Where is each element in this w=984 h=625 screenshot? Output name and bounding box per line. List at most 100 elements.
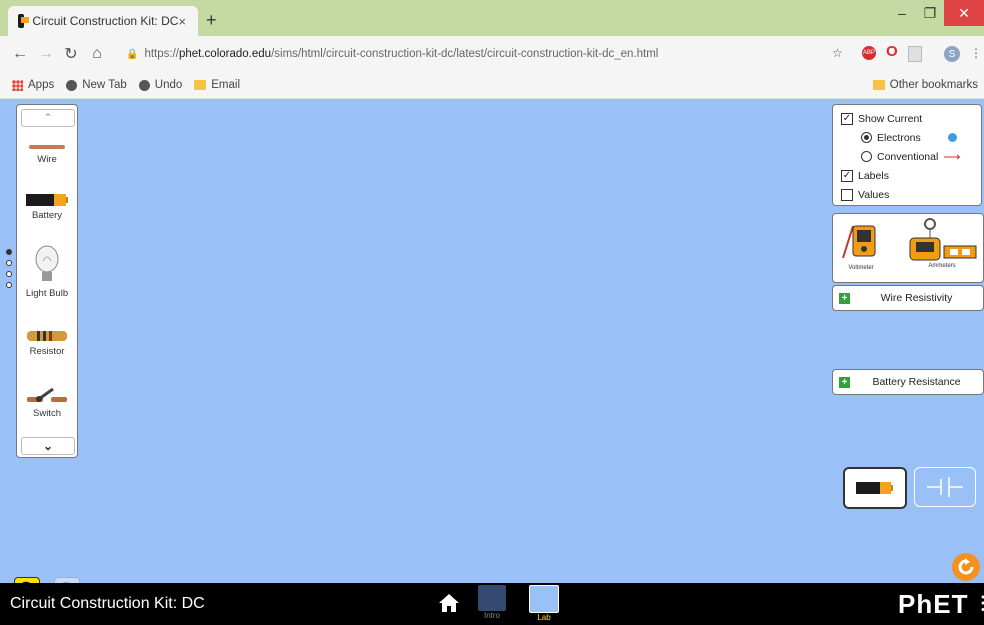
other-bookmarks[interactable]: Other bookmarks — [872, 79, 978, 91]
sim-title: Circuit Construction Kit: DC — [10, 595, 205, 612]
home-button[interactable] — [438, 593, 460, 618]
globe-icon — [138, 79, 150, 91]
url-field[interactable]: 🔒 https:// phet.colorado.edu /sims/html/… — [126, 48, 766, 60]
bookmark-label: New Tab — [82, 79, 127, 91]
voltmeter-label: Voltmeter — [848, 265, 874, 271]
bookmarks-bar: Apps New Tab Undo Email Other bookmarks — [0, 72, 984, 99]
labels-label: Labels — [858, 169, 889, 182]
radio-selected-icon — [861, 132, 872, 143]
labels-checkbox[interactable]: ✓ Labels — [841, 166, 981, 185]
light-bulb-icon — [35, 245, 59, 281]
profile-avatar[interactable]: S — [944, 46, 960, 62]
window-controls: – ❐ ✕ — [888, 0, 984, 28]
ammeters-label: Ammeters — [928, 263, 956, 269]
url-path: /sims/html/circuit-construction-kit-dc/l… — [271, 48, 659, 60]
intro-thumbnail-icon — [478, 585, 506, 611]
page-dot[interactable] — [6, 282, 12, 288]
conventional-label: Conventional — [877, 150, 939, 163]
toolbox-page-indicator — [6, 249, 12, 293]
home-icon[interactable]: ⌂ — [90, 45, 104, 63]
phet-favicon-icon — [18, 14, 30, 28]
reset-all-button[interactable] — [952, 553, 980, 581]
window-close-icon[interactable]: ✕ — [944, 0, 984, 26]
bookmark-label: Apps — [28, 79, 55, 91]
ammeter-icon — [909, 218, 977, 261]
sensor-toolbox: Voltmeter Ammeters — [832, 213, 984, 283]
back-icon[interactable]: ← — [12, 45, 28, 63]
tab-close-icon[interactable]: × — [178, 14, 186, 29]
voltmeter-icon — [842, 225, 876, 259]
browser-tab[interactable]: Circuit Construction Kit: DC × — [8, 6, 198, 36]
page-dot[interactable] — [6, 249, 12, 255]
values-checkbox[interactable]: Values — [841, 185, 981, 204]
restore-icon[interactable]: ❐ — [916, 0, 944, 26]
navigation-bar: Circuit Construction Kit: DC Intro Lab P… — [0, 583, 984, 625]
opera-icon[interactable]: O — [886, 43, 898, 60]
wire-icon — [29, 145, 65, 149]
toolbox-item-label: Switch — [33, 408, 61, 419]
checkbox-checked-icon: ✓ — [841, 112, 853, 125]
bookmark-new-tab[interactable]: New Tab — [66, 79, 127, 91]
notes-icon[interactable] — [908, 46, 922, 62]
toolbox-item-label: Resistor — [29, 346, 65, 357]
scroll-up-button[interactable]: ⌃ — [21, 109, 75, 127]
phet-brand: PhET — [898, 589, 969, 619]
play-area[interactable]: ⌃ Wire Battery Light Bulb Resistor Switc… — [0, 99, 984, 603]
folder-icon — [194, 80, 207, 90]
adblock-icon[interactable]: ABP — [862, 46, 876, 60]
display-options-panel: ✓ Show Current Electrons Conventional ⟶ … — [832, 104, 982, 206]
component-toolbox: ⌃ Wire Battery Light Bulb Resistor Switc… — [16, 104, 78, 458]
home-icon — [439, 594, 459, 612]
voltmeter-tool[interactable]: Voltmeter — [841, 220, 881, 271]
checkbox-checked-icon: ✓ — [841, 169, 853, 182]
new-tab-button[interactable]: + — [206, 10, 217, 31]
page-dot[interactable] — [6, 260, 12, 266]
screen-label: Intro — [483, 611, 500, 620]
ammeter-tools[interactable]: Ammeters — [903, 216, 981, 269]
tab-title: Circuit Construction Kit: DC — [32, 14, 179, 28]
schematic-view-button[interactable] — [914, 467, 976, 507]
reset-icon — [958, 558, 974, 575]
battery-resistance-accordion[interactable]: + Battery Resistance — [832, 369, 984, 395]
bookmark-apps[interactable]: Apps — [12, 79, 54, 91]
phet-logo[interactable]: PhET — [898, 589, 968, 620]
toolbox-item-label: Wire — [37, 154, 57, 165]
phet-menu-icon[interactable]: ⋮ — [974, 593, 984, 614]
folder-icon — [872, 80, 885, 90]
url-prefix: https:// — [144, 48, 179, 60]
radio-unselected-icon — [861, 151, 872, 162]
values-label: Values — [858, 188, 890, 201]
reload-icon[interactable]: ↻ — [64, 44, 78, 64]
battery-resistance-label: Battery Resistance — [872, 376, 961, 388]
toolbox-item-label: Battery — [31, 210, 63, 221]
toolbox-item-battery[interactable]: Battery — [17, 193, 77, 221]
show-current-checkbox[interactable]: ✓ Show Current — [841, 109, 981, 128]
minimize-icon[interactable]: – — [888, 0, 916, 26]
conventional-radio[interactable]: Conventional ⟶ — [841, 147, 981, 166]
bookmark-email[interactable]: Email — [194, 79, 240, 91]
forward-icon[interactable]: → — [38, 45, 54, 63]
scroll-down-button[interactable]: ⌄ — [21, 437, 75, 455]
electrons-radio[interactable]: Electrons — [841, 128, 981, 147]
url-host: phet.colorado.edu — [178, 48, 272, 60]
resistor-icon — [27, 331, 67, 341]
wire-resistivity-accordion[interactable]: + Wire Resistivity — [832, 285, 984, 311]
toolbox-item-resistor[interactable]: Resistor — [17, 329, 77, 357]
toolbox-item-light-bulb[interactable]: Light Bulb — [17, 245, 77, 299]
other-bookmarks-label: Other bookmarks — [889, 79, 978, 91]
toolbox-item-switch[interactable]: Switch — [17, 387, 77, 419]
wire-resistivity-label: Wire Resistivity — [880, 292, 953, 304]
browser-menu-icon[interactable]: ⋮ — [970, 46, 982, 60]
lock-icon: 🔒 — [126, 48, 139, 60]
page-dot[interactable] — [6, 271, 12, 277]
apps-grid-icon — [12, 79, 23, 91]
bookmark-undo[interactable]: Undo — [138, 79, 182, 91]
capacitor-schematic-icon — [927, 477, 963, 497]
show-current-label: Show Current — [858, 112, 923, 125]
screen-button-intro[interactable]: Intro — [476, 585, 508, 623]
bookmark-star-icon[interactable]: ☆ — [832, 46, 843, 60]
screen-button-lab[interactable]: Lab — [528, 585, 560, 623]
expand-plus-icon: + — [839, 292, 850, 304]
toolbox-item-wire[interactable]: Wire — [17, 143, 77, 165]
lifelike-view-button[interactable] — [843, 467, 907, 509]
